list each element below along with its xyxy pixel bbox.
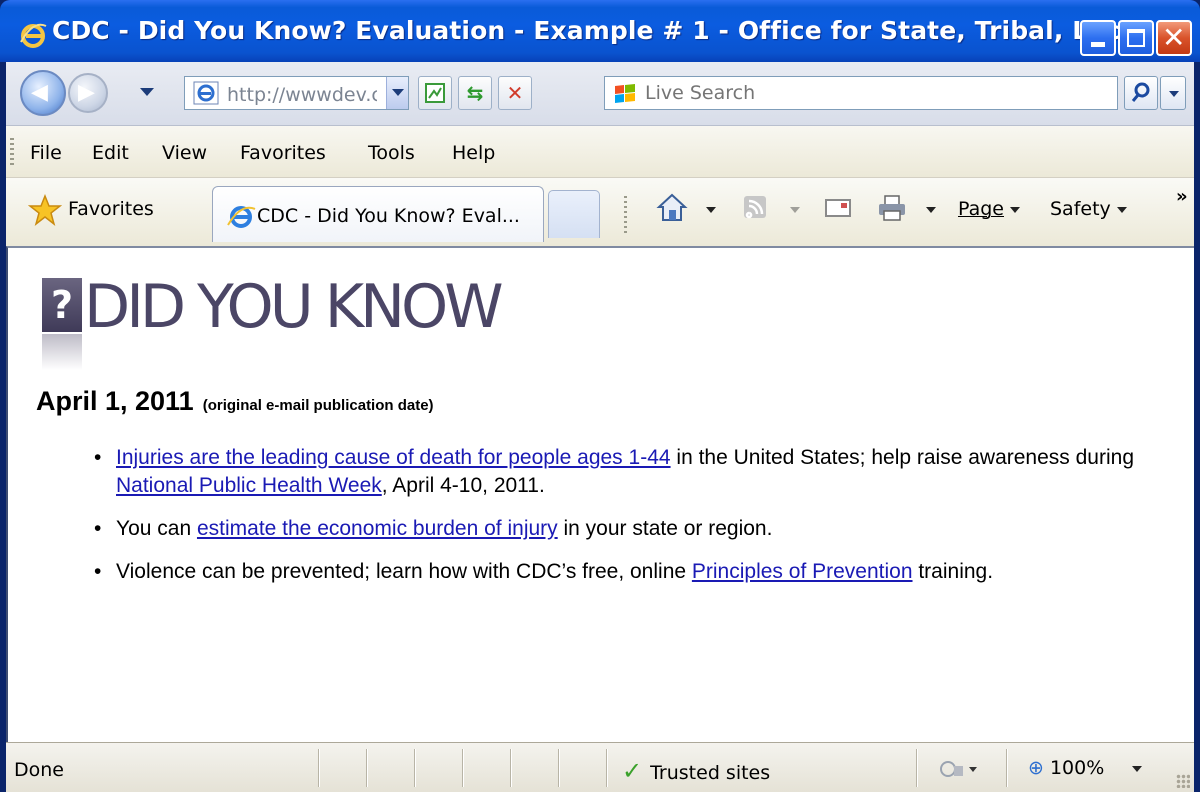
ie-tab-icon	[227, 206, 256, 228]
minimize-button[interactable]	[1080, 20, 1116, 56]
logo-reflection	[42, 334, 82, 370]
status-divider	[1006, 749, 1007, 787]
compatibility-icon	[425, 83, 445, 103]
maximize-button[interactable]	[1118, 20, 1154, 56]
url-text[interactable]: http://wwwdev.c	[227, 84, 377, 106]
publication-date: April 1, 2011 (original e-mail publicati…	[36, 386, 434, 417]
menu-file[interactable]: File	[30, 142, 62, 164]
list-item: Violence can be prevented; learn how wit…	[94, 558, 1154, 586]
home-icon[interactable]	[656, 192, 688, 224]
favorites-bar: Favorites CDC - Did You Know? Eval... Pa…	[6, 178, 1194, 246]
page-content: ? DID YOU KNOW April 1, 2011 (original e…	[6, 246, 1194, 742]
close-icon: ✕	[1162, 21, 1186, 54]
logo-text: DID YOU KNOW	[84, 272, 504, 342]
minimize-icon	[1091, 42, 1105, 47]
search-options-dropdown[interactable]	[1160, 76, 1186, 110]
status-bar: Done ✓ Trusted sites ⊕ 100%	[6, 742, 1194, 792]
menu-tools[interactable]: Tools	[368, 142, 415, 164]
stop-icon: ✕	[506, 81, 524, 105]
safety-menu[interactable]: Safety	[1050, 198, 1127, 220]
ie-logo-icon	[20, 23, 47, 48]
page-icon	[193, 81, 219, 105]
toolbar-separator	[624, 196, 627, 236]
forward-button[interactable]: ▶	[68, 73, 108, 113]
print-dropdown[interactable]	[920, 198, 936, 220]
back-arrow-icon: ◀	[31, 80, 48, 105]
search-box[interactable]	[604, 76, 1118, 110]
menu-help[interactable]: Help	[452, 142, 495, 164]
security-zone[interactable]: ✓ Trusted sites	[622, 757, 770, 785]
compatibility-view-button[interactable]	[418, 76, 452, 110]
checkmark-icon: ✓	[622, 757, 643, 785]
zoom-icon: ⊕	[1028, 757, 1044, 779]
maximize-icon	[1127, 29, 1145, 47]
live-search-logo-icon	[615, 84, 635, 103]
status-divider	[414, 749, 415, 787]
menu-favorites[interactable]: Favorites	[240, 142, 326, 164]
status-divider	[916, 749, 917, 787]
recent-pages-dropdown[interactable]	[140, 88, 154, 96]
search-icon	[1131, 82, 1150, 102]
menu-bar: File Edit View Favorites Tools Help	[6, 126, 1194, 178]
economic-burden-link[interactable]: estimate the economic burden of injury	[197, 517, 558, 540]
list-item: You can estimate the economic burden of …	[94, 515, 1154, 543]
principles-of-prevention-link[interactable]: Principles of Prevention	[692, 560, 913, 583]
browser-window: CDC - Did You Know? Evaluation - Example…	[0, 0, 1200, 792]
more-commands-chevron-icon[interactable]: »	[1176, 186, 1188, 207]
question-mark-icon: ?	[42, 278, 82, 332]
national-public-health-week-link[interactable]: National Public Health Week	[116, 474, 382, 497]
print-icon[interactable]	[876, 192, 908, 224]
date-text: April 1, 2011	[36, 386, 194, 416]
status-divider	[318, 749, 319, 787]
search-input[interactable]	[645, 79, 1105, 107]
home-dropdown[interactable]	[700, 198, 716, 220]
address-toolbar: ◀ ▶ http://wwwdev.c ⇆ ✕	[6, 62, 1194, 126]
favorites-star-icon	[28, 194, 62, 226]
status-divider	[462, 749, 463, 787]
list-item: Injuries are the leading cause of death …	[94, 444, 1154, 500]
feeds-icon[interactable]	[740, 192, 772, 224]
browser-chrome: ◀ ▶ http://wwwdev.c ⇆ ✕ Live Search File…	[6, 62, 1194, 246]
protected-mode-icon[interactable]	[938, 757, 978, 781]
close-button[interactable]: ✕	[1156, 20, 1192, 56]
back-button[interactable]: ◀	[20, 70, 66, 116]
browser-tab[interactable]: CDC - Did You Know? Eval...	[212, 186, 544, 242]
search-button[interactable]	[1124, 76, 1158, 110]
date-note: (original e-mail publication date)	[202, 397, 434, 414]
stop-button[interactable]: ✕	[498, 76, 532, 110]
status-text: Done	[14, 759, 64, 781]
menu-view[interactable]: View	[162, 142, 207, 164]
status-divider	[366, 749, 367, 787]
status-divider	[510, 749, 511, 787]
facts-list: Injuries are the leading cause of death …	[94, 444, 1154, 601]
status-divider	[606, 749, 607, 787]
forward-arrow-icon: ▶	[78, 80, 95, 105]
injuries-leading-cause-link[interactable]: Injuries are the leading cause of death …	[116, 446, 671, 469]
new-tab-button[interactable]	[548, 190, 600, 238]
address-dropdown[interactable]	[386, 77, 408, 109]
title-bar[interactable]: CDC - Did You Know? Evaluation - Example…	[0, 0, 1200, 62]
address-field[interactable]: http://wwwdev.c	[184, 76, 409, 110]
refresh-icon: ⇆	[466, 81, 484, 105]
window-title: CDC - Did You Know? Evaluation - Example…	[52, 16, 1184, 45]
page-menu[interactable]: Page	[958, 198, 1020, 220]
refresh-button[interactable]: ⇆	[458, 76, 492, 110]
resize-grip-icon[interactable]	[1176, 774, 1190, 788]
menu-grip	[10, 138, 14, 166]
menu-edit[interactable]: Edit	[92, 142, 129, 164]
tab-title: CDC - Did You Know? Eval...	[257, 205, 520, 227]
favorites-button[interactable]: Favorites	[68, 198, 154, 220]
read-mail-icon[interactable]	[822, 192, 854, 224]
feeds-dropdown[interactable]	[784, 198, 800, 220]
zoom-control[interactable]: ⊕ 100%	[1028, 757, 1143, 779]
status-divider	[558, 749, 559, 787]
